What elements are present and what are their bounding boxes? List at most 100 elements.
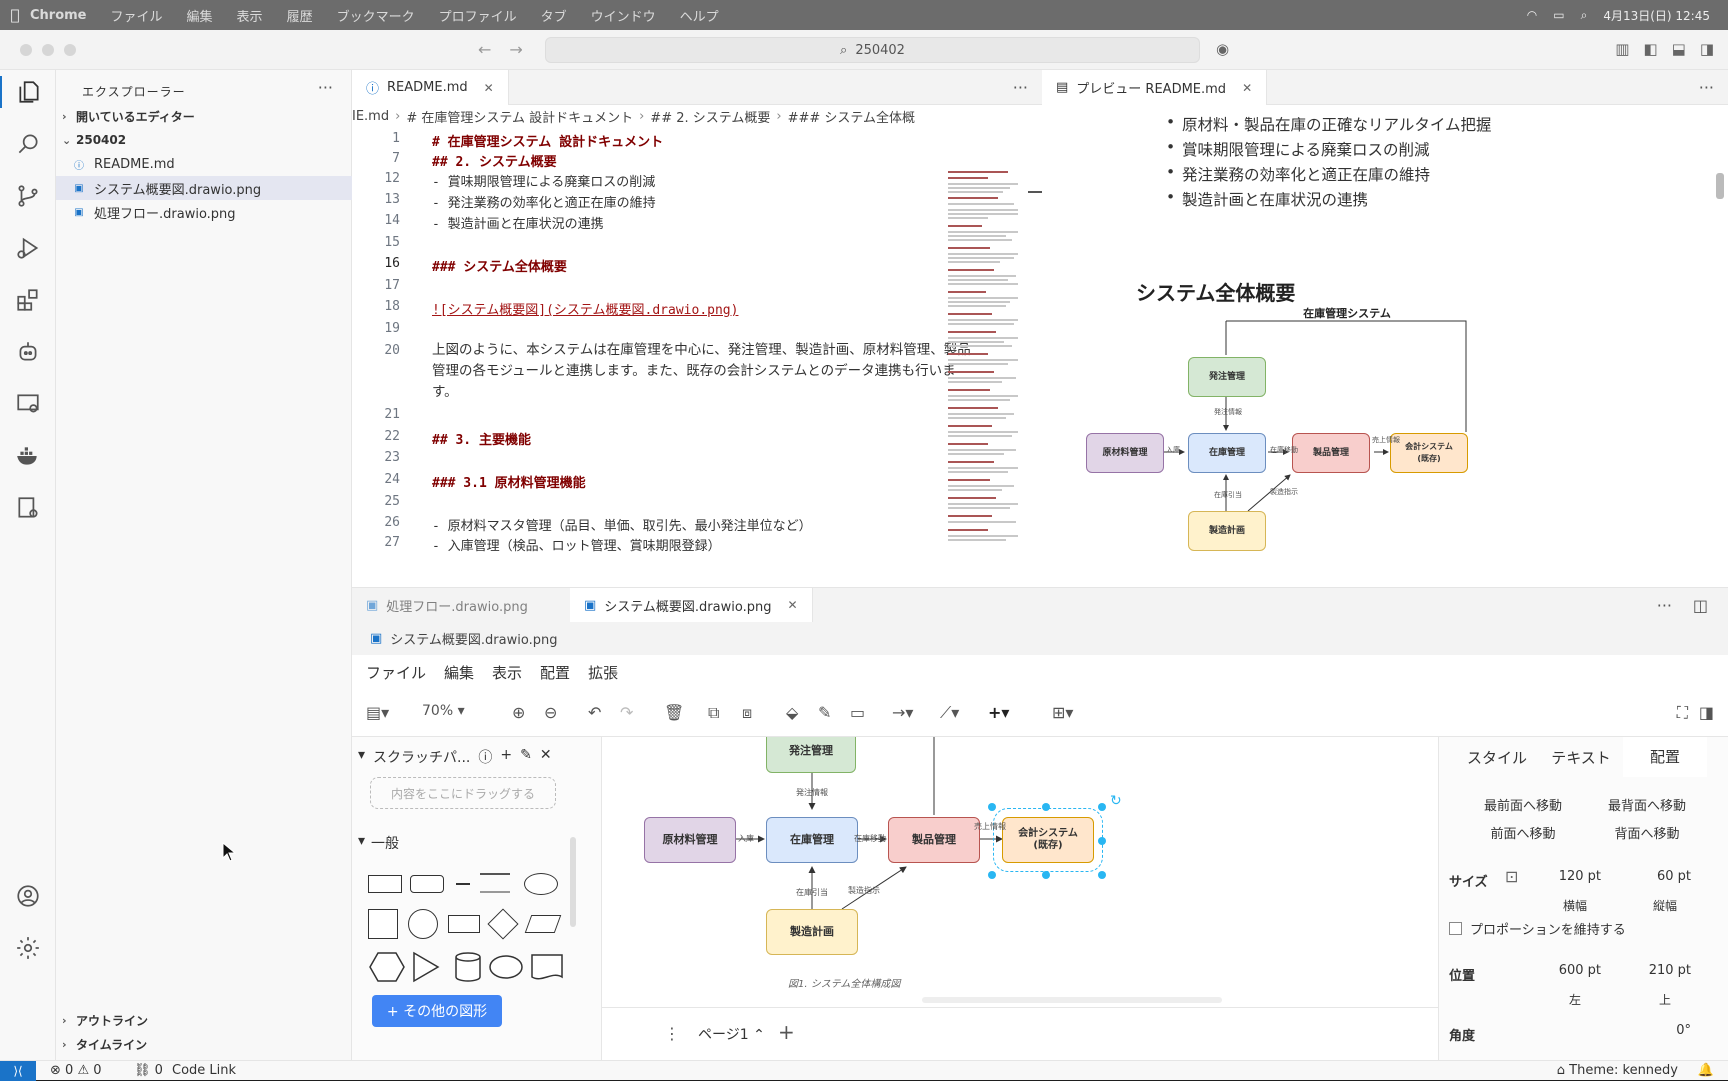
node-product[interactable]: 製品管理 <box>888 817 980 863</box>
fullscreen-icon[interactable]: ⛶ <box>1677 703 1688 723</box>
general-section[interactable]: ▾ 一般 <box>358 833 399 853</box>
toggle-panel-icon[interactable]: ⬓ <box>1672 40 1686 58</box>
delete-icon[interactable]: 🗑 <box>664 703 684 722</box>
angle-input[interactable]: 0° <box>1625 1023 1705 1045</box>
menu-item[interactable]: ブックマーク <box>337 6 415 25</box>
open-editors-section[interactable]: › 開いているエディター <box>56 104 352 128</box>
node-order[interactable]: 発注管理 <box>766 737 856 773</box>
nav-arrows[interactable]: ←→ <box>478 40 541 59</box>
tab-arrange[interactable]: 配置 <box>1623 737 1707 777</box>
battery-icon[interactable]: ▭ <box>1553 8 1564 22</box>
clock[interactable]: 4月13日(日) 12:45 <box>1603 7 1710 24</box>
shape-process[interactable] <box>448 915 480 933</box>
panel-breadcrumb[interactable]: ▣ システム概要図.drawio.png <box>370 624 557 652</box>
shape-row-3[interactable] <box>366 949 566 985</box>
menu-item[interactable]: 編集 <box>187 6 213 25</box>
remote-icon[interactable]: ⟩⟨ <box>0 1061 36 1081</box>
run-debug-icon[interactable] <box>12 232 44 264</box>
pr-icon[interactable] <box>12 492 44 524</box>
menu-item[interactable]: ウインドウ <box>591 6 656 25</box>
shape-square[interactable] <box>368 909 398 939</box>
to-back-button[interactable]: 最背面へ移動 <box>1593 795 1701 814</box>
breadcrumb-item[interactable]: # 在庫管理システム 設計ドキュメント <box>406 107 633 126</box>
waypoints-icon[interactable]: ⟋▾ <box>940 703 959 723</box>
markdown-preview[interactable]: 原材料・製品在庫の正確なリアルタイム把握 賞味期限管理による廃棄ロスの削減 発注… <box>1042 105 1728 587</box>
toggle-sidebar-icon[interactable]: ◧ <box>1643 40 1657 58</box>
extensions-icon[interactable] <box>12 284 44 316</box>
add-icon[interactable]: + <box>500 747 512 767</box>
autosize-icon[interactable]: ⊡ <box>1505 867 1518 886</box>
copilot-icon[interactable]: ◉ <box>1216 40 1229 58</box>
account-icon[interactable] <box>12 880 44 912</box>
zoom-out-icon[interactable]: ⊖ <box>544 703 557 722</box>
send-backward-button[interactable]: 背面へ移動 <box>1593 823 1701 842</box>
to-front-button[interactable]: 最前面へ移動 <box>1469 795 1577 814</box>
gear-icon[interactable] <box>12 932 44 964</box>
layout-icon[interactable]: ▥ <box>1615 40 1629 58</box>
more-icon[interactable]: ··· <box>1699 78 1714 97</box>
codelink-indicator[interactable]: Code Link <box>172 1063 236 1078</box>
scrollbar[interactable] <box>1716 173 1724 199</box>
source-control-icon[interactable] <box>12 180 44 212</box>
help-icon[interactable]: ⓘ <box>478 747 492 767</box>
shape-textbox[interactable] <box>480 873 510 893</box>
bell-icon[interactable]: 🔔 <box>1698 1063 1714 1078</box>
resize-handle[interactable] <box>1042 871 1050 879</box>
zoom-window-button[interactable] <box>64 44 76 56</box>
split-editor-icon[interactable]: ◫ <box>1693 596 1708 615</box>
scratchpad-header[interactable]: ▾ スクラッチパ... ⓘ + ✎ ✕ <box>358 747 552 767</box>
close-icon[interactable]: ✕ <box>1242 81 1252 95</box>
file-system-diagram[interactable]: ▣ システム概要図.drawio.png <box>56 176 352 200</box>
docker-icon[interactable] <box>12 440 44 472</box>
file-readme[interactable]: ⓘ README.md <box>56 152 352 176</box>
menu-item[interactable]: タブ <box>541 6 567 25</box>
node-raw[interactable]: 原材料管理 <box>644 817 736 863</box>
connection-icon[interactable]: →▾ <box>892 703 913 722</box>
shape-rectangle[interactable] <box>368 875 402 893</box>
resize-handle[interactable] <box>1098 871 1106 879</box>
undo-icon[interactable]: ↶ <box>588 703 601 722</box>
breadcrumb-item[interactable]: IE.md <box>352 109 389 124</box>
theme-indicator[interactable]: ⌂ Theme: kennedy <box>1557 1063 1678 1078</box>
tab-preview[interactable]: ▤ プレビュー README.md ✕ <box>1042 70 1268 105</box>
menu-extras[interactable]: 拡張 <box>588 662 618 683</box>
bring-forward-button[interactable]: 前面へ移動 <box>1469 823 1577 842</box>
panels-icon[interactable]: ▤▾ <box>366 703 389 722</box>
resize-handle[interactable] <box>1098 837 1106 845</box>
to-back-icon[interactable]: ⧈ <box>742 703 752 723</box>
minimap[interactable] <box>948 171 1042 587</box>
tab-system-diagram[interactable]: ▣ システム概要図.drawio.png ✕ <box>570 588 813 622</box>
width-input[interactable]: 120 pt <box>1535 869 1615 891</box>
close-window-button[interactable] <box>20 44 32 56</box>
folder-section[interactable]: ⌄ 250402 <box>56 128 352 152</box>
toggle-secondary-icon[interactable]: ◨ <box>1700 40 1714 58</box>
tab-process-flow[interactable]: ▣ 処理フロー.drawio.png <box>352 588 542 622</box>
shadow-icon[interactable]: ▭ <box>850 703 865 722</box>
wifi-icon[interactable]: ◠ <box>1527 8 1537 22</box>
to-front-icon[interactable]: ⧉ <box>708 703 719 723</box>
code-editor[interactable]: 1 # 在庫管理システム 設計ドキュメント 7 ## 2. システム概要 12 … <box>352 127 1042 587</box>
menu-item[interactable]: ファイル <box>111 6 163 25</box>
line-color-icon[interactable]: ✎ <box>818 703 831 722</box>
edit-icon[interactable]: ✎ <box>520 747 532 767</box>
more-icon[interactable]: ··· <box>1657 596 1672 615</box>
shape-diamond[interactable] <box>487 908 519 940</box>
search-icon[interactable]: ⌕ <box>1581 8 1588 23</box>
shape-ellipse[interactable] <box>524 873 558 895</box>
redo-icon[interactable]: ↷ <box>620 703 633 722</box>
resize-handle[interactable] <box>1042 803 1050 811</box>
scrollbar[interactable] <box>570 837 576 927</box>
node-accounting-selected[interactable]: 会計システム (既存) <box>993 808 1103 872</box>
menu-item[interactable]: 履歴 <box>287 6 313 25</box>
table-icon[interactable]: ⊞▾ <box>1052 703 1073 722</box>
drawio-canvas[interactable]: 発注管理 原材料管理 在庫管理 製品管理 会計システム (既存) 製造計画 発注… <box>602 737 1468 1007</box>
menu-item[interactable]: ヘルプ <box>680 6 719 25</box>
shape-text[interactable] <box>456 883 470 885</box>
resize-handle[interactable] <box>988 803 996 811</box>
format-panel-icon[interactable]: ◨ <box>1699 703 1714 722</box>
tab-text[interactable]: テキスト <box>1539 747 1623 768</box>
close-icon[interactable]: ✕ <box>484 81 494 95</box>
node-stock[interactable]: 在庫管理 <box>766 817 858 863</box>
more-shapes-button[interactable]: + その他の図形 <box>372 995 502 1027</box>
more-icon[interactable]: ⋮ <box>664 1024 680 1043</box>
